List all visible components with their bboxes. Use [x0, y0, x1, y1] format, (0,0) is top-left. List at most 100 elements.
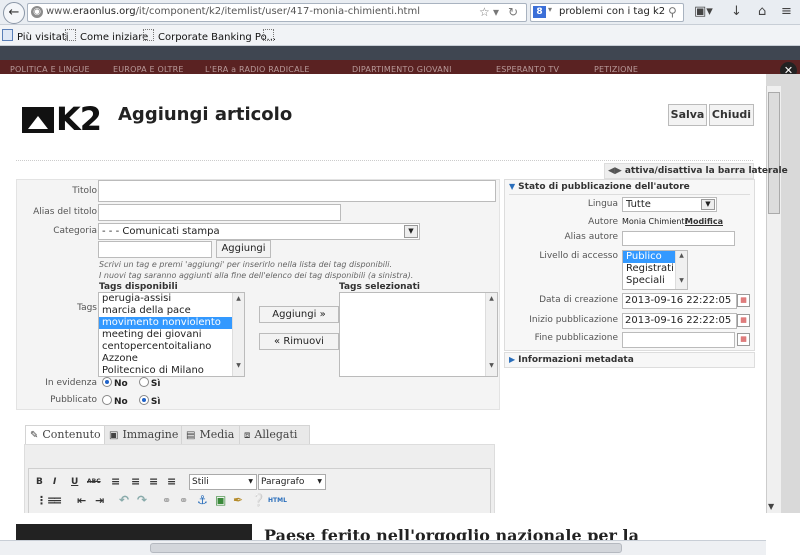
- download-icon[interactable]: ↓: [731, 4, 742, 19]
- search-bar[interactable]: 8 ▾ problemi con i tag k2 ⚲: [530, 3, 684, 22]
- list-scrollbar[interactable]: ▲ ▼: [232, 293, 244, 376]
- style-select[interactable]: Stili ▼: [189, 474, 257, 490]
- title-input[interactable]: [98, 180, 496, 202]
- add-tag-button[interactable]: Aggiungi: [216, 240, 271, 258]
- metadata-panel-header[interactable]: ▶ Informazioni metadata: [509, 355, 634, 365]
- cleanup-icon[interactable]: ✒: [233, 493, 243, 507]
- url-bar[interactable]: ◉ www.eraonlus.org/it/component/k2/iteml…: [27, 3, 527, 22]
- scroll-up-icon[interactable]: ▲: [676, 252, 687, 259]
- publish-down-input[interactable]: [622, 332, 735, 348]
- list-scrollbar[interactable]: ▲ ▼: [675, 251, 687, 289]
- bold-button[interactable]: B: [36, 477, 43, 487]
- unlink-icon[interactable]: ⚭: [179, 494, 188, 507]
- featured-no-radio[interactable]: [102, 377, 112, 387]
- calendar-icon[interactable]: ▦: [737, 333, 750, 346]
- published-no-radio[interactable]: [102, 395, 112, 405]
- language-select[interactable]: Tutte ▼: [622, 197, 717, 212]
- publish-up-input[interactable]: 2013-09-16 22:22:05: [622, 313, 737, 329]
- nav-item[interactable]: POLITICA E LINGUE: [10, 65, 90, 74]
- available-tags-list[interactable]: perugia-assisi marcia della pace movimen…: [98, 292, 245, 377]
- featured-yes-radio[interactable]: [138, 377, 149, 387]
- new-tag-input[interactable]: [98, 241, 212, 258]
- close-button[interactable]: Chiudi: [709, 104, 754, 126]
- metadata-panel[interactable]: ▶ Informazioni metadata: [504, 352, 755, 368]
- outdent-icon[interactable]: ⇤: [77, 494, 86, 507]
- home-icon[interactable]: ⌂: [758, 4, 766, 19]
- tab-media[interactable]: ▤ Media: [181, 425, 244, 444]
- bookmarks-menu-icon[interactable]: ▣▾: [694, 4, 713, 19]
- align-right-icon[interactable]: ≡: [149, 475, 158, 488]
- tab-attachments[interactable]: ⧈ Allegati: [239, 425, 310, 444]
- nav-item[interactable]: PETIZIONE: [594, 65, 638, 74]
- strikethrough-button[interactable]: ABC: [87, 478, 101, 485]
- selected-tags-list[interactable]: ▲ ▼: [339, 292, 498, 377]
- tag-option-selected[interactable]: movimento nonviolento: [99, 317, 244, 329]
- nav-item[interactable]: DIPARTIMENTO GIOVANI: [352, 65, 452, 74]
- google-icon[interactable]: 8: [533, 6, 546, 18]
- author-alias-input[interactable]: [622, 231, 735, 246]
- format-select[interactable]: Paragrafo ▼: [258, 474, 326, 490]
- bookmark-empty[interactable]: [263, 29, 278, 43]
- help-icon[interactable]: ❔: [251, 493, 266, 507]
- bookmark-getting-started[interactable]: Come iniziare: [65, 29, 148, 43]
- created-date-input[interactable]: 2013-09-16 22:22:05: [622, 293, 737, 309]
- link-icon[interactable]: ⚭: [162, 494, 171, 507]
- scroll-down-icon[interactable]: ▼: [768, 502, 774, 511]
- scroll-up-icon[interactable]: ▲: [486, 295, 497, 302]
- numbered-list-icon[interactable]: ≡: [53, 494, 62, 507]
- modal-scrollbar-thumb[interactable]: [768, 92, 780, 214]
- nav-item[interactable]: ESPERANTO TV: [496, 65, 559, 74]
- tab-content[interactable]: ✎ Contenuto: [25, 425, 109, 444]
- back-button[interactable]: ←: [3, 2, 25, 24]
- list-scrollbar[interactable]: ▲ ▼: [485, 293, 497, 376]
- align-justify-icon[interactable]: ≡: [167, 475, 176, 488]
- redo-icon[interactable]: ↷: [137, 493, 147, 507]
- add-selected-tag-button[interactable]: Aggiungi »: [259, 306, 339, 323]
- tab-image[interactable]: ▣ Immagine: [104, 425, 187, 444]
- anchor-icon[interactable]: ⚓: [197, 493, 208, 507]
- bookmark-corporate-banking[interactable]: Corporate Banking Po...: [143, 29, 276, 43]
- tag-option[interactable]: meeting dei giovani: [99, 329, 244, 341]
- calendar-icon[interactable]: ▦: [737, 294, 750, 307]
- search-icon[interactable]: ⚲: [668, 5, 677, 19]
- access-level-list[interactable]: Publico Registrati Speciali ▲ ▼: [622, 250, 688, 290]
- engine-dropdown-icon[interactable]: ▾: [548, 5, 552, 14]
- save-button[interactable]: Salva: [668, 104, 707, 126]
- indent-icon[interactable]: ⇥: [95, 494, 104, 507]
- image-insert-icon[interactable]: ▣: [215, 493, 226, 507]
- align-center-icon[interactable]: ≡: [131, 475, 140, 488]
- k2-logo: K2: [22, 100, 102, 138]
- scroll-down-icon[interactable]: ▼: [486, 362, 497, 369]
- undo-icon[interactable]: ↶: [119, 493, 129, 507]
- bookmark-most-visited[interactable]: Più visitati: [2, 29, 69, 43]
- author-edit-link[interactable]: Modifica: [685, 217, 723, 226]
- italic-button[interactable]: I: [53, 477, 56, 487]
- tag-option[interactable]: perugia-assisi: [99, 293, 244, 305]
- published-yes-radio[interactable]: [138, 395, 149, 405]
- featured-label: In evidenza: [45, 378, 97, 388]
- tag-option[interactable]: Politecnico di Milano: [99, 365, 244, 376]
- dropdown-arrow-icon[interactable]: ▾: [493, 5, 499, 19]
- publishing-panel-header[interactable]: ▼ Stato di pubblicazione dell'autore: [509, 182, 750, 195]
- horizontal-scrollbar-thumb[interactable]: [150, 543, 622, 553]
- bookmark-star-icon[interactable]: ☆: [479, 5, 490, 19]
- toggle-sidebar-button[interactable]: ◀▶ attiva/disattiva la barra laterale: [604, 163, 788, 179]
- nav-item[interactable]: L'ERA a RADIO RADICALE: [205, 65, 310, 74]
- tag-option[interactable]: Azzone: [99, 353, 244, 365]
- tag-option[interactable]: marcia della pace: [99, 305, 244, 317]
- calendar-icon[interactable]: ▦: [737, 314, 750, 327]
- underline-button[interactable]: U: [71, 477, 78, 487]
- nav-item[interactable]: EUROPA E OLTRE: [113, 65, 184, 74]
- scroll-down-icon[interactable]: ▼: [676, 277, 687, 284]
- category-select[interactable]: - - - Comunicati stampa ▼: [98, 223, 420, 240]
- scroll-up-icon[interactable]: ▲: [233, 295, 244, 302]
- title-label: Titolo: [72, 186, 97, 196]
- align-left-icon[interactable]: ≡: [111, 475, 120, 488]
- html-source-button[interactable]: HTML: [268, 497, 287, 504]
- tag-option[interactable]: centopercentoitaliano: [99, 341, 244, 353]
- menu-icon[interactable]: ≡: [781, 4, 792, 19]
- reload-icon[interactable]: ↻: [508, 5, 518, 19]
- alias-input[interactable]: [98, 204, 341, 221]
- remove-tag-button[interactable]: « Rimuovi: [259, 333, 339, 350]
- scroll-down-icon[interactable]: ▼: [233, 362, 244, 369]
